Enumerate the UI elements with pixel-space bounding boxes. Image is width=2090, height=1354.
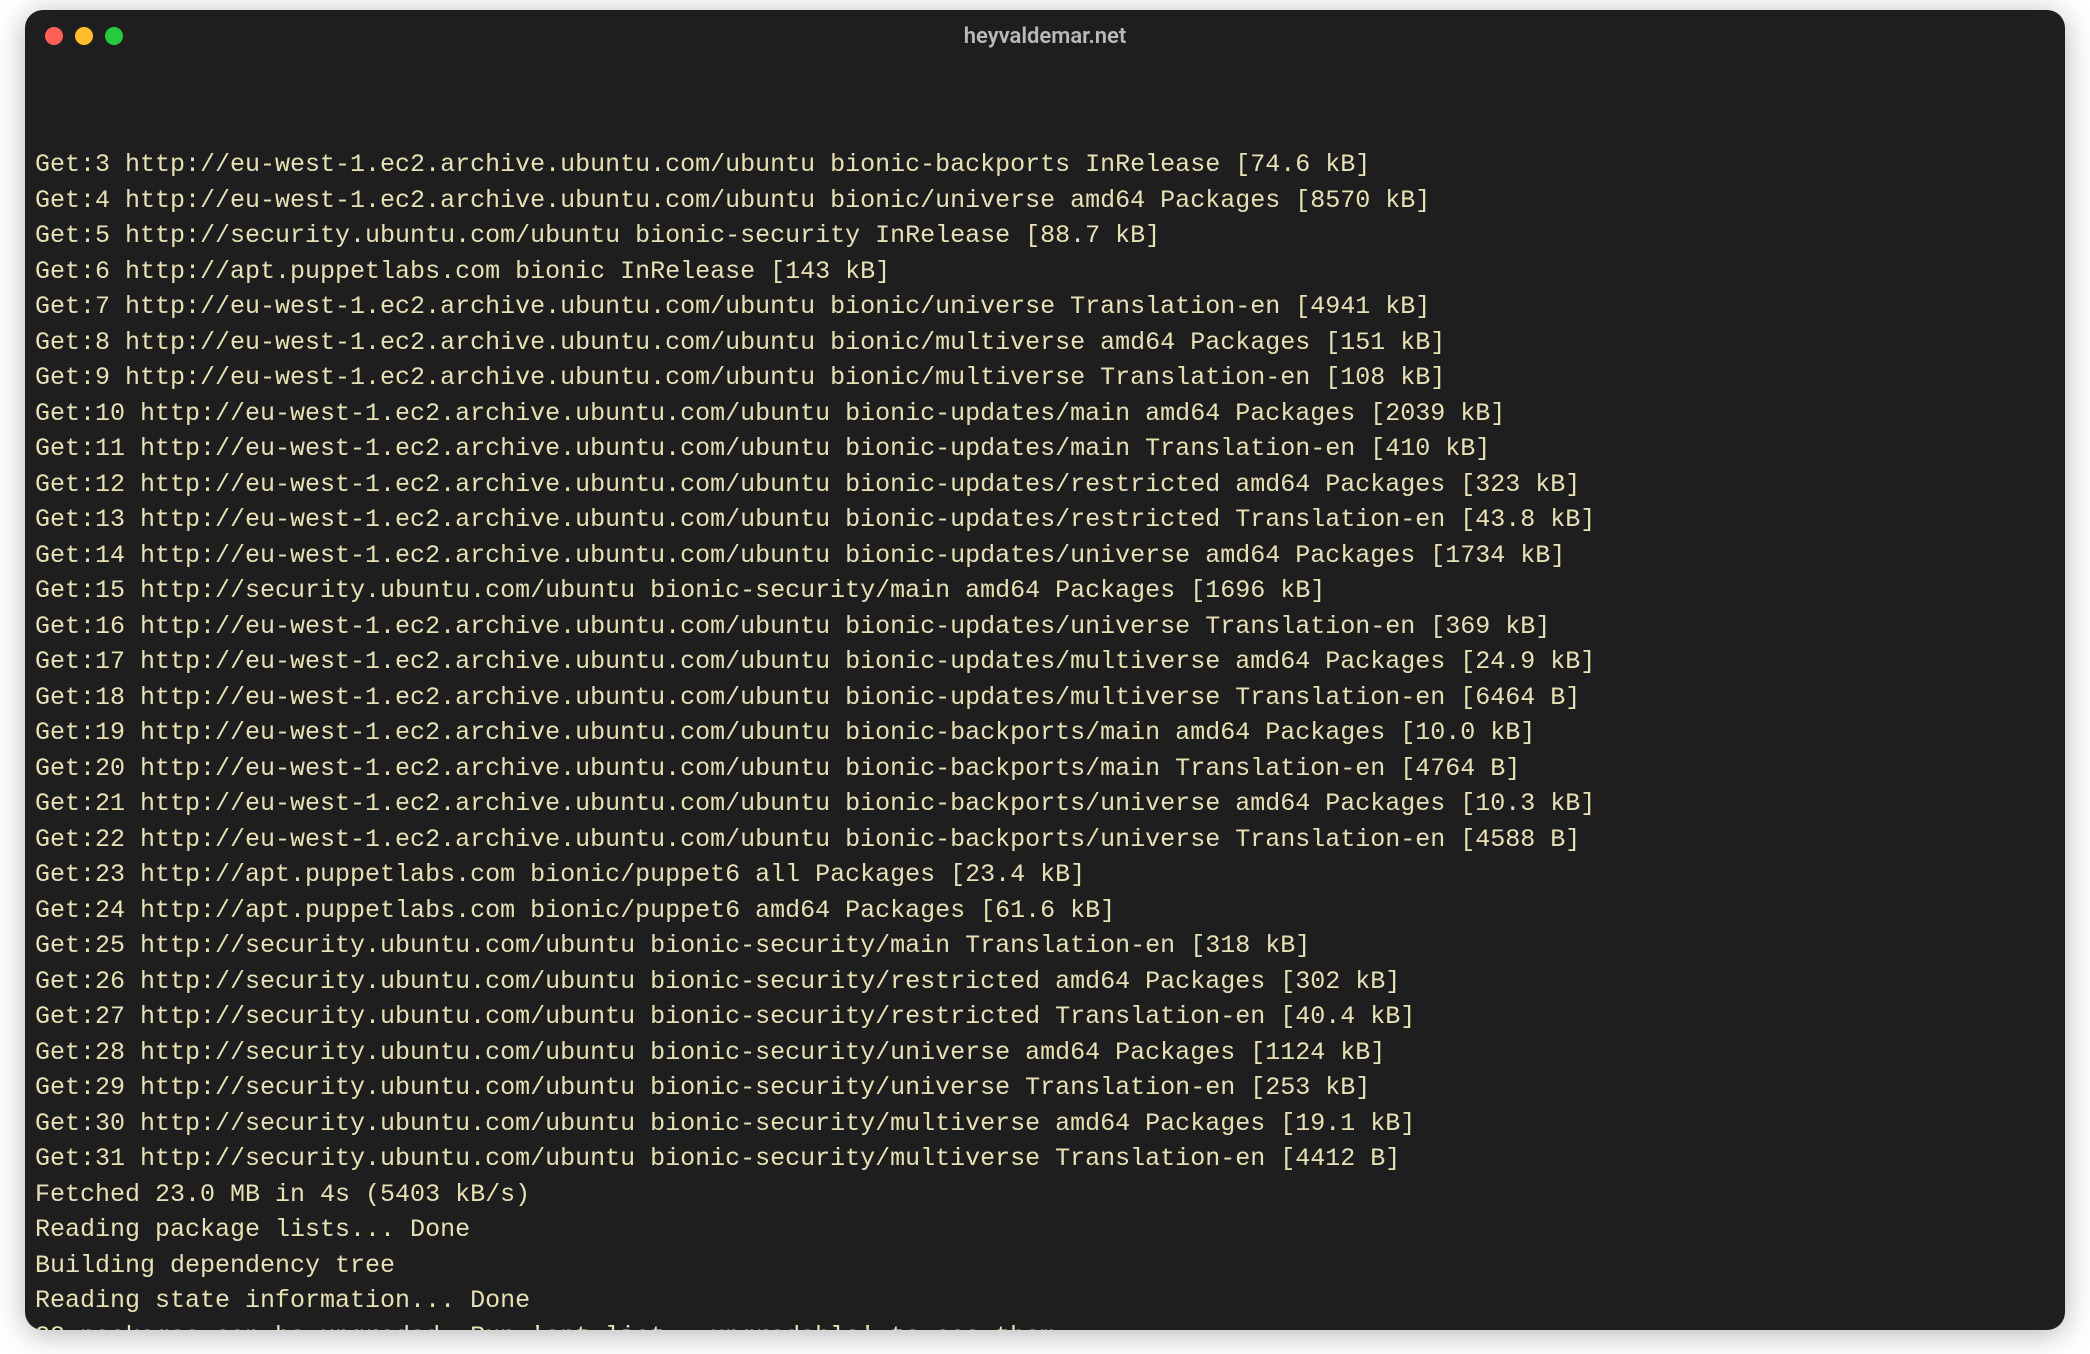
close-icon[interactable] [45, 27, 63, 45]
terminal-output: Get:3 http://eu-west-1.ec2.archive.ubunt… [35, 147, 2055, 1330]
terminal-output-line: Reading package lists... Done [35, 1212, 2055, 1248]
terminal-output-line: Get:29 http://security.ubuntu.com/ubuntu… [35, 1070, 2055, 1106]
terminal-output-line: Get:24 http://apt.puppetlabs.com bionic/… [35, 893, 2055, 929]
window-title: heyvaldemar.net [25, 24, 2065, 49]
terminal-output-line: Get:6 http://apt.puppetlabs.com bionic I… [35, 254, 2055, 290]
terminal-output-line: Get:28 http://security.ubuntu.com/ubuntu… [35, 1035, 2055, 1071]
terminal-output-line: Building dependency tree [35, 1248, 2055, 1284]
terminal-output-line: Get:30 http://security.ubuntu.com/ubuntu… [35, 1106, 2055, 1142]
terminal-output-line: Get:5 http://security.ubuntu.com/ubuntu … [35, 218, 2055, 254]
terminal-output-line: Get:25 http://security.ubuntu.com/ubuntu… [35, 928, 2055, 964]
terminal-output-line: Get:17 http://eu-west-1.ec2.archive.ubun… [35, 644, 2055, 680]
terminal-output-line: Get:15 http://security.ubuntu.com/ubuntu… [35, 573, 2055, 609]
terminal-output-line: Get:31 http://security.ubuntu.com/ubuntu… [35, 1141, 2055, 1177]
terminal-output-line: Get:19 http://eu-west-1.ec2.archive.ubun… [35, 715, 2055, 751]
terminal-output-line: Get:3 http://eu-west-1.ec2.archive.ubunt… [35, 147, 2055, 183]
terminal-output-line: Reading state information... Done [35, 1283, 2055, 1319]
terminal-output-line: Get:21 http://eu-west-1.ec2.archive.ubun… [35, 786, 2055, 822]
terminal-output-line: Get:13 http://eu-west-1.ec2.archive.ubun… [35, 502, 2055, 538]
terminal-output-line: Get:10 http://eu-west-1.ec2.archive.ubun… [35, 396, 2055, 432]
title-bar: heyvaldemar.net [25, 10, 2065, 62]
terminal-output-line: 38 packages can be upgraded. Run 'apt li… [35, 1319, 2055, 1331]
terminal-body[interactable]: Get:3 http://eu-west-1.ec2.archive.ubunt… [25, 62, 2065, 1330]
traffic-lights [45, 27, 123, 45]
terminal-output-line: Get:26 http://security.ubuntu.com/ubuntu… [35, 964, 2055, 1000]
terminal-output-line: Get:8 http://eu-west-1.ec2.archive.ubunt… [35, 325, 2055, 361]
terminal-output-line: Get:11 http://eu-west-1.ec2.archive.ubun… [35, 431, 2055, 467]
terminal-output-line: Get:12 http://eu-west-1.ec2.archive.ubun… [35, 467, 2055, 503]
terminal-window: heyvaldemar.net Get:3 http://eu-west-1.e… [25, 10, 2065, 1330]
terminal-output-line: Get:7 http://eu-west-1.ec2.archive.ubunt… [35, 289, 2055, 325]
terminal-output-line: Get:9 http://eu-west-1.ec2.archive.ubunt… [35, 360, 2055, 396]
terminal-output-line: Get:23 http://apt.puppetlabs.com bionic/… [35, 857, 2055, 893]
zoom-icon[interactable] [105, 27, 123, 45]
terminal-output-line: Get:20 http://eu-west-1.ec2.archive.ubun… [35, 751, 2055, 787]
terminal-output-line: Get:14 http://eu-west-1.ec2.archive.ubun… [35, 538, 2055, 574]
terminal-output-line: Fetched 23.0 MB in 4s (5403 kB/s) [35, 1177, 2055, 1213]
terminal-output-line: Get:22 http://eu-west-1.ec2.archive.ubun… [35, 822, 2055, 858]
terminal-output-line: Get:27 http://security.ubuntu.com/ubuntu… [35, 999, 2055, 1035]
terminal-output-line: Get:18 http://eu-west-1.ec2.archive.ubun… [35, 680, 2055, 716]
minimize-icon[interactable] [75, 27, 93, 45]
terminal-output-line: Get:4 http://eu-west-1.ec2.archive.ubunt… [35, 183, 2055, 219]
terminal-output-line: Get:16 http://eu-west-1.ec2.archive.ubun… [35, 609, 2055, 645]
